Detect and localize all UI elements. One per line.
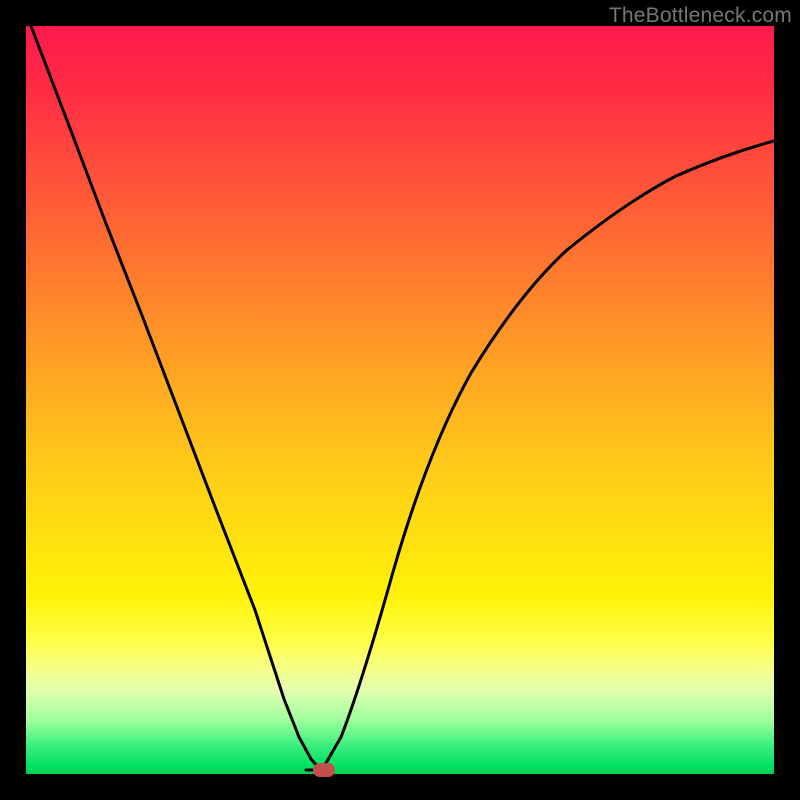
- chart-frame: [26, 26, 774, 774]
- minimum-marker: [313, 763, 335, 777]
- bottleneck-curve: [26, 26, 774, 774]
- curve-right-branch: [322, 141, 774, 770]
- watermark-text: TheBottleneck.com: [609, 4, 792, 28]
- curve-left-branch: [31, 26, 322, 770]
